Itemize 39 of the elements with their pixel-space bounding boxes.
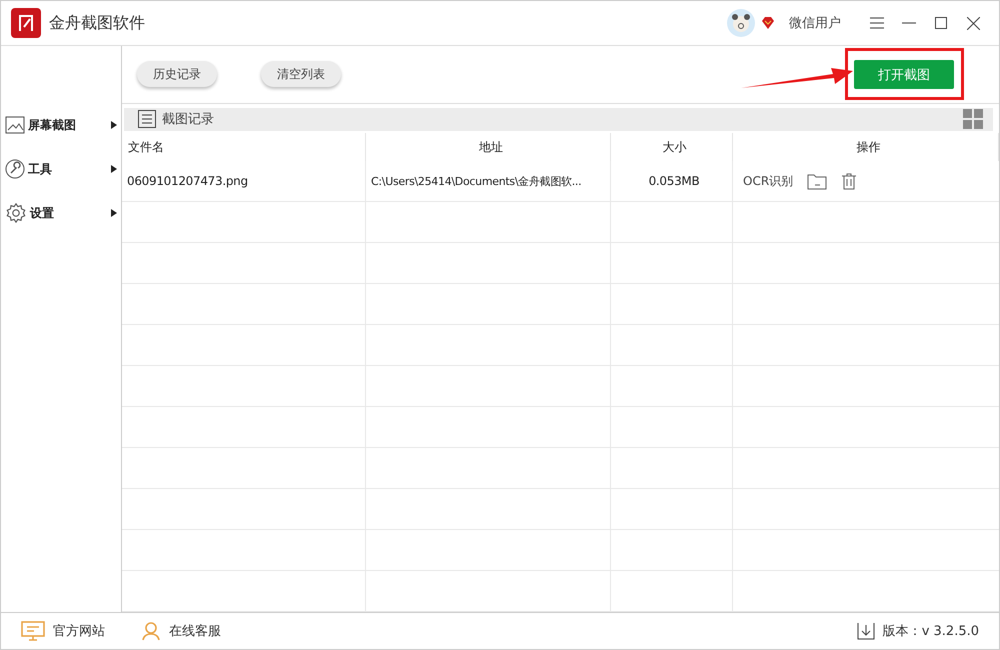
table-cell: C:\Users\25414\Documents\金舟截图软... bbox=[366, 161, 611, 201]
list-icon bbox=[138, 110, 156, 128]
column-header: 大小 bbox=[611, 133, 733, 161]
download-icon[interactable] bbox=[856, 622, 875, 640]
menu-icon[interactable] bbox=[870, 17, 884, 29]
caret-icon bbox=[111, 165, 117, 173]
sidebar-item[interactable]: 设置 bbox=[1, 202, 121, 224]
avatar-icon[interactable] bbox=[727, 9, 755, 37]
caret-icon bbox=[111, 121, 117, 129]
table-cell: 0.053MB bbox=[611, 161, 733, 201]
caret-icon bbox=[111, 209, 117, 217]
trash-icon[interactable] bbox=[841, 172, 858, 190]
wrench-icon bbox=[5, 159, 25, 179]
person-icon bbox=[141, 621, 161, 641]
section-title: 截图记录 bbox=[162, 111, 214, 128]
version-text: 版本：v 3.2.5.0 bbox=[882, 623, 979, 640]
user-name[interactable]: 微信用户 bbox=[789, 14, 841, 32]
app-logo bbox=[11, 8, 41, 38]
diamond-icon bbox=[761, 16, 775, 30]
ocr-link[interactable]: OCR识别 bbox=[743, 172, 794, 190]
monitor-icon bbox=[21, 621, 45, 641]
sidebar-item[interactable]: 工具 bbox=[1, 158, 121, 180]
toolbar-button[interactable]: 历史记录 bbox=[137, 61, 217, 88]
window-title: 金舟截图软件 bbox=[49, 12, 145, 34]
toolbar-button[interactable]: 清空列表 bbox=[261, 61, 341, 88]
minimize-icon[interactable] bbox=[902, 22, 916, 24]
maximize-icon[interactable] bbox=[935, 17, 947, 29]
gear-icon bbox=[5, 202, 27, 224]
column-header: 文件名 bbox=[122, 133, 366, 161]
footer-link[interactable]: 官方网站 bbox=[21, 621, 105, 641]
table-cell: 0609101207473.png bbox=[122, 161, 366, 201]
grid-view-icon[interactable] bbox=[963, 109, 983, 130]
sidebar-item[interactable]: 屏幕截图 bbox=[1, 114, 121, 136]
column-header: 操作 bbox=[733, 133, 999, 161]
footer-link[interactable]: 在线客服 bbox=[141, 621, 221, 641]
close-icon[interactable] bbox=[966, 16, 980, 30]
column-header: 地址 bbox=[366, 133, 611, 161]
folder-icon[interactable] bbox=[807, 172, 828, 190]
image-icon bbox=[5, 116, 25, 134]
